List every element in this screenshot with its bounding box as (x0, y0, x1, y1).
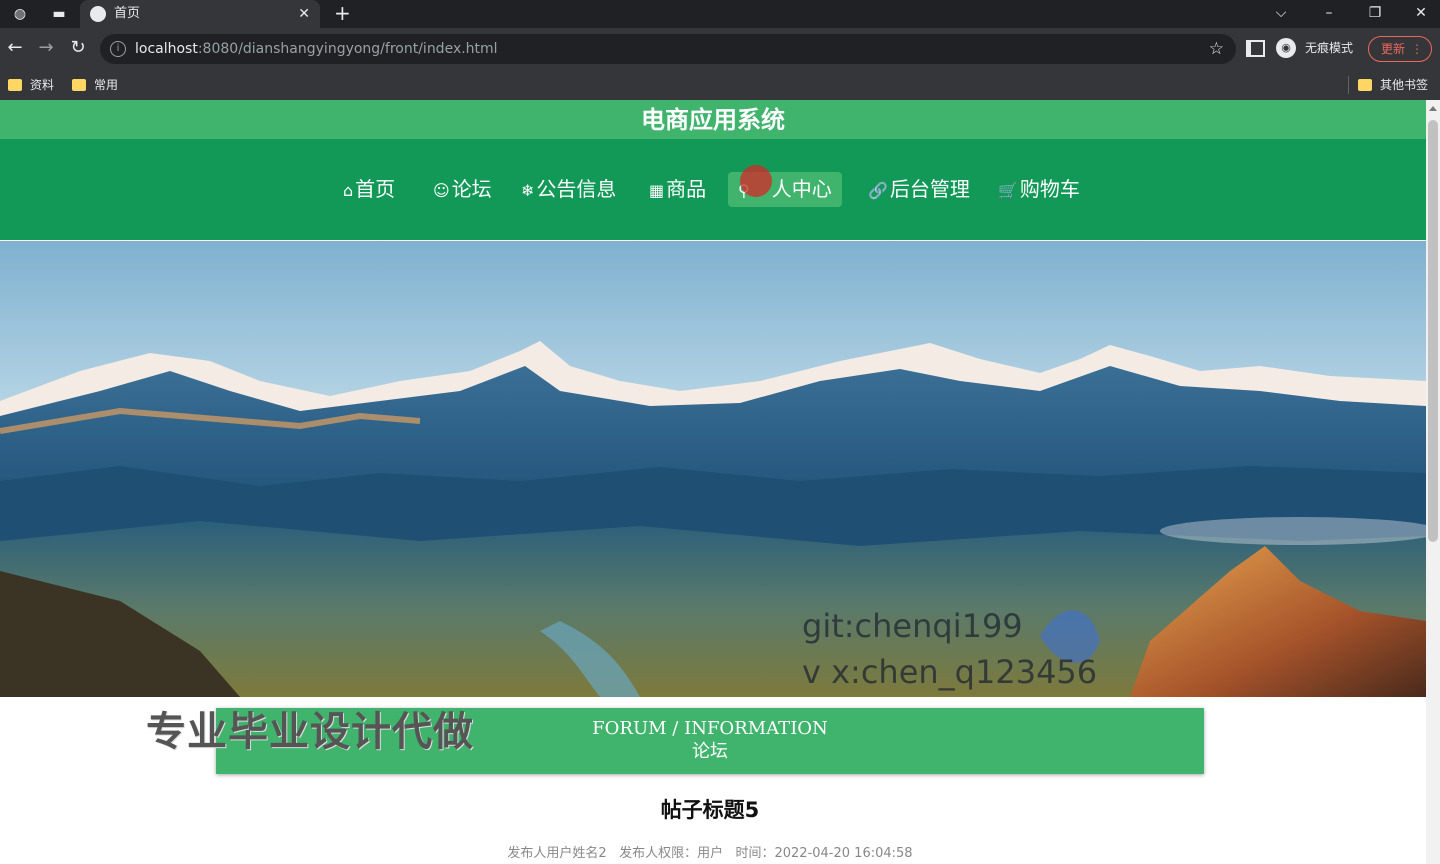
nav-item-home[interactable]: ⌂ 首页 (333, 172, 405, 207)
banner-image (0, 241, 1426, 697)
browser-tab-active[interactable]: 首页 ✕ (80, 0, 320, 28)
restore-button[interactable]: ❐ (1364, 3, 1386, 23)
smile-icon: ☺ (433, 181, 450, 200)
site-title: 电商应用系统 (0, 100, 1426, 139)
page-scrollbar[interactable] (1426, 100, 1440, 864)
other-bookmarks[interactable]: 其他书签 (1358, 76, 1428, 94)
side-panel-icon[interactable] (1246, 40, 1265, 57)
close-tab-icon[interactable]: ✕ (298, 4, 310, 24)
browser-toolbar: ← → ↻ i localhost:8080/dianshangyingyong… (0, 28, 1440, 70)
incognito-label: 无痕模式 (1305, 41, 1354, 55)
nav-item-cart[interactable]: 🛒 购物车 (988, 172, 1090, 207)
url-text[interactable]: localhost:8080/dianshangyingyong/front/i… (135, 40, 498, 58)
banner-carousel[interactable]: git:chenqi199 v x:chen_q123456 (0, 241, 1426, 697)
cart-icon: 🛒 (998, 181, 1018, 200)
nav-item-admin[interactable]: 🔗 后台管理 (858, 172, 980, 207)
folder-icon (8, 79, 22, 91)
globe-icon (90, 6, 106, 22)
incognito-icon: ◉ (1276, 38, 1296, 58)
nav-item-notices[interactable]: ❄ 公告信息 (511, 172, 626, 207)
scrollbar-thumb[interactable] (1428, 120, 1438, 542)
web-page: 电商应用系统 ⌂首页 ☺论坛 ❄公告信息 ▦商品 ⚲人中心 🔗后台管理 🛒购物车 (0, 100, 1426, 864)
new-tab-button[interactable]: + (334, 2, 351, 24)
grid-icon: ▦ (649, 181, 665, 200)
bookmarks-bar: 资料 常用 其他书签 (0, 70, 1440, 101)
post-meta: 发布人用户姓名2 发布人权限：用户 时间：2022-04-20 16:04:58 (507, 846, 913, 861)
bookmark-separator (1348, 76, 1349, 94)
forward-button[interactable]: → (35, 37, 57, 59)
bookmark-folder-0[interactable]: 资料 (8, 76, 54, 94)
cursor-indicator (740, 165, 772, 197)
main-nav: ⌂首页 ☺论坛 ❄公告信息 ▦商品 ⚲人中心 🔗后台管理 🛒购物车 (0, 139, 1426, 240)
home-icon: ⌂ (343, 181, 354, 200)
scroll-up-arrow[interactable] (1429, 106, 1437, 111)
nav-item-forum[interactable]: ☺ 论坛 (423, 172, 502, 207)
tab-list-chevron-icon[interactable]: ⌵ (1270, 3, 1292, 23)
address-bar[interactable]: i localhost:8080/dianshangyingyong/front… (100, 34, 1236, 64)
update-button[interactable]: 更新 ⋮ (1368, 36, 1432, 62)
bookmark-star-icon[interactable]: ☆ (1209, 38, 1224, 60)
nav-item-products[interactable]: ▦ 商品 (639, 172, 716, 207)
globe-icon[interactable]: ◍ (9, 4, 31, 24)
post-title[interactable]: 帖子标题5 (0, 796, 1420, 824)
minimize-button[interactable]: – (1318, 3, 1340, 23)
tab-search-icon[interactable]: ▬ (48, 4, 70, 24)
overlay-ad-text: 专业毕业设计代做 (146, 709, 474, 755)
link-icon: 🔗 (868, 181, 888, 200)
reload-button[interactable]: ↻ (67, 37, 89, 59)
watermark-text: git:chenqi199 v x:chen_q123456 (802, 607, 1098, 691)
folder-icon (1358, 79, 1372, 91)
folder-icon (72, 79, 86, 91)
tab-title: 首页 (114, 6, 141, 21)
site-info-icon[interactable]: i (110, 41, 126, 57)
bookmark-folder-1[interactable]: 常用 (72, 76, 118, 94)
snowflake-icon: ❄ (521, 181, 535, 200)
back-button[interactable]: ← (4, 37, 26, 59)
browser-tab-bar: ◍ ▬ 首页 ✕ + ⌵ – ❐ ✕ (0, 0, 1440, 28)
close-window-button[interactable]: ✕ (1410, 3, 1432, 23)
